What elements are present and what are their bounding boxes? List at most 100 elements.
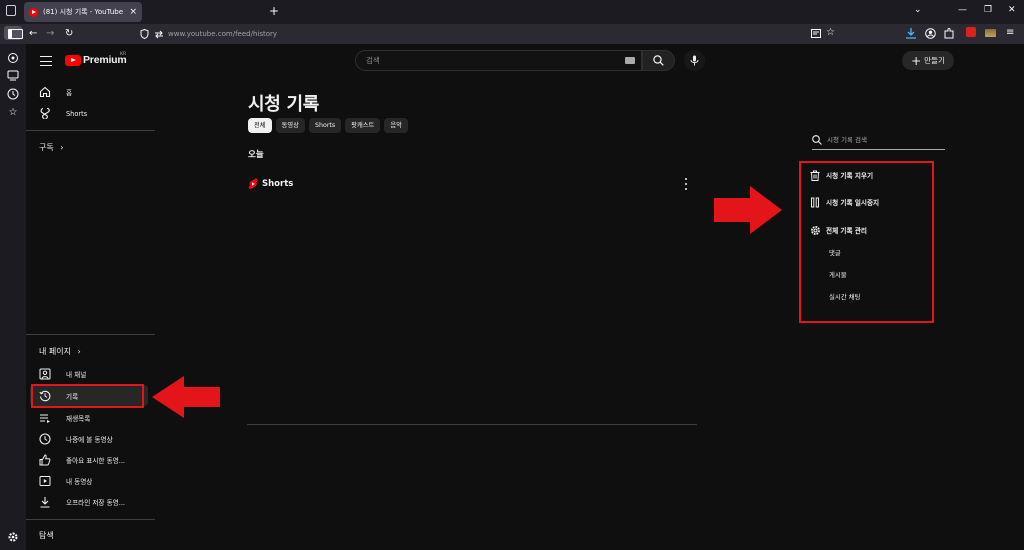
section-date-header: 오늘 bbox=[248, 150, 264, 160]
filter-chips: 전체 동영상 Shorts 팟캐스트 음악 bbox=[248, 118, 412, 133]
guide-item-label: 오프라인 저장 동영... bbox=[66, 498, 126, 507]
window-maximize-button[interactable]: ❐ bbox=[984, 5, 992, 15]
downloads-icon[interactable] bbox=[906, 28, 916, 39]
channel-icon bbox=[38, 367, 51, 380]
browser-sidebar-strip: ☆ bbox=[0, 44, 26, 550]
guide-item-your-channel[interactable]: 내 채널 bbox=[30, 363, 148, 384]
guide-divider bbox=[26, 334, 155, 335]
chip-videos[interactable]: 동영상 bbox=[275, 118, 305, 133]
window-close-button[interactable]: ✕ bbox=[1008, 5, 1016, 15]
reader-view-icon[interactable] bbox=[811, 29, 821, 38]
youtube-logo-icon bbox=[65, 54, 81, 66]
download-icon bbox=[38, 495, 51, 508]
keyboard-icon[interactable] bbox=[625, 57, 635, 64]
tracking-shield-icon[interactable] bbox=[140, 29, 149, 39]
bookmark-star-icon[interactable]: ☆ bbox=[826, 26, 835, 40]
create-button[interactable]: + 만들기 bbox=[902, 51, 954, 70]
browser-nav-bar: ← → ↻ www.youtube.com/feed/history ☆ ≡ bbox=[0, 24, 1024, 44]
guide-item-label: 재생목록 bbox=[66, 414, 91, 423]
microphone-icon bbox=[690, 55, 699, 66]
guide-item-home[interactable]: 홈 bbox=[30, 81, 148, 102]
guide-explore-header: 탐색 bbox=[39, 530, 54, 541]
address-bar[interactable]: www.youtube.com/feed/history bbox=[140, 25, 852, 43]
content-divider bbox=[247, 424, 697, 425]
logo-region: KR bbox=[120, 52, 127, 57]
subscriptions-label: 구독 bbox=[39, 143, 54, 152]
search-button[interactable] bbox=[642, 50, 675, 71]
guide-item-watch-later[interactable]: 나중에 볼 동영상 bbox=[30, 428, 148, 449]
guide-item-label: 나중에 볼 동영상 bbox=[66, 435, 113, 444]
home-icon bbox=[38, 85, 51, 98]
guide-item-liked-videos[interactable]: 좋아요 표시한 동영... bbox=[30, 449, 148, 470]
extensions-icon[interactable] bbox=[944, 28, 954, 39]
guide-item-label: 홈 bbox=[66, 88, 73, 97]
youtube-premium-logo[interactable]: Premium bbox=[65, 54, 127, 66]
annotation-panel-highlight bbox=[799, 161, 934, 323]
ai-chat-icon[interactable] bbox=[7, 52, 19, 64]
guide-divider bbox=[26, 519, 155, 520]
shorts-shelf-title: Shorts bbox=[262, 179, 294, 189]
browser-tab[interactable]: (81) 시청 기록 - YouTube × bbox=[24, 2, 142, 22]
history-search-box[interactable] bbox=[812, 130, 945, 150]
history-clock-icon[interactable] bbox=[7, 88, 19, 100]
guide-item-label: 내 동영상 bbox=[66, 477, 93, 486]
back-button[interactable]: ← bbox=[29, 27, 37, 41]
chevron-right-icon: › bbox=[60, 143, 64, 152]
guide-item-downloads[interactable]: 오프라인 저장 동영... bbox=[30, 491, 148, 512]
shorts-logo-icon bbox=[248, 178, 258, 190]
browser-tab-bar: (81) 시청 기록 - YouTube × + ⌄ — ❐ ✕ bbox=[0, 0, 1024, 24]
synced-tabs-icon[interactable] bbox=[7, 69, 19, 81]
annotation-arrow-right bbox=[714, 186, 782, 234]
search-box[interactable] bbox=[355, 50, 642, 71]
reload-button[interactable]: ↻ bbox=[65, 27, 73, 41]
annotation-arrow-left bbox=[152, 376, 220, 418]
guide-item-shorts[interactable]: Shorts bbox=[30, 103, 148, 124]
guide-item-playlists[interactable]: 재생목록 bbox=[30, 407, 148, 428]
chip-podcasts[interactable]: 팟캐스트 bbox=[345, 118, 381, 133]
account-icon[interactable] bbox=[925, 28, 936, 39]
extension-badge-icon[interactable] bbox=[966, 27, 976, 37]
playlist-icon bbox=[38, 411, 51, 424]
search-icon bbox=[653, 55, 664, 66]
tab-close-icon[interactable]: × bbox=[129, 7, 137, 17]
more-actions-icon[interactable] bbox=[683, 178, 689, 190]
explore-label: 탐색 bbox=[39, 531, 54, 540]
watch-later-icon bbox=[38, 432, 51, 445]
customize-sidebar-gear-icon[interactable] bbox=[7, 531, 19, 543]
tab-list-icon[interactable]: ⌄ bbox=[914, 5, 922, 15]
voice-search-button[interactable] bbox=[684, 50, 705, 71]
tab-overview-icon[interactable] bbox=[6, 5, 16, 16]
guide-item-your-videos[interactable]: 내 동영상 bbox=[30, 470, 148, 491]
history-search-input[interactable] bbox=[827, 135, 937, 144]
page-title: 시청 기록 bbox=[248, 94, 320, 115]
guide-subscriptions-header[interactable]: 구독 › bbox=[39, 142, 63, 153]
app-menu-icon[interactable]: ≡ bbox=[1006, 26, 1014, 40]
search-input[interactable] bbox=[366, 56, 606, 65]
url-text: www.youtube.com/feed/history bbox=[168, 30, 278, 38]
sidebar-toggle-icon[interactable] bbox=[4, 26, 23, 40]
forward-button[interactable]: → bbox=[46, 27, 54, 41]
you-label: 내 페이지 bbox=[39, 347, 71, 356]
chip-shorts[interactable]: Shorts bbox=[308, 118, 342, 133]
create-label: 만들기 bbox=[924, 56, 945, 65]
tab-title: (81) 시청 기록 - YouTube bbox=[43, 8, 124, 16]
connection-icon[interactable] bbox=[154, 30, 164, 39]
bookmarks-icon[interactable]: ☆ bbox=[7, 107, 19, 119]
guide-you-header[interactable]: 내 페이지 › bbox=[39, 346, 81, 357]
guide-divider bbox=[26, 130, 155, 131]
chevron-right-icon: › bbox=[77, 347, 81, 356]
like-icon bbox=[38, 453, 51, 466]
extension-icon[interactable] bbox=[985, 29, 996, 37]
annotation-history-highlight bbox=[31, 384, 144, 408]
your-videos-icon bbox=[38, 474, 51, 487]
search-icon bbox=[812, 134, 822, 145]
guide-sidebar: Premium KR 홈 Shorts 구독 › 내 페이지 › 내 채널 기록… bbox=[26, 44, 155, 550]
guide-menu-icon[interactable] bbox=[40, 56, 52, 66]
guide-item-label: Shorts bbox=[66, 109, 88, 118]
chip-all[interactable]: 전체 bbox=[248, 118, 272, 133]
guide-item-label: 좋아요 표시한 동영... bbox=[66, 456, 126, 465]
window-minimize-button[interactable]: — bbox=[958, 5, 967, 15]
chip-music[interactable]: 음악 bbox=[384, 118, 408, 133]
new-tab-button[interactable]: + bbox=[269, 4, 279, 18]
plus-icon: + bbox=[911, 53, 922, 68]
